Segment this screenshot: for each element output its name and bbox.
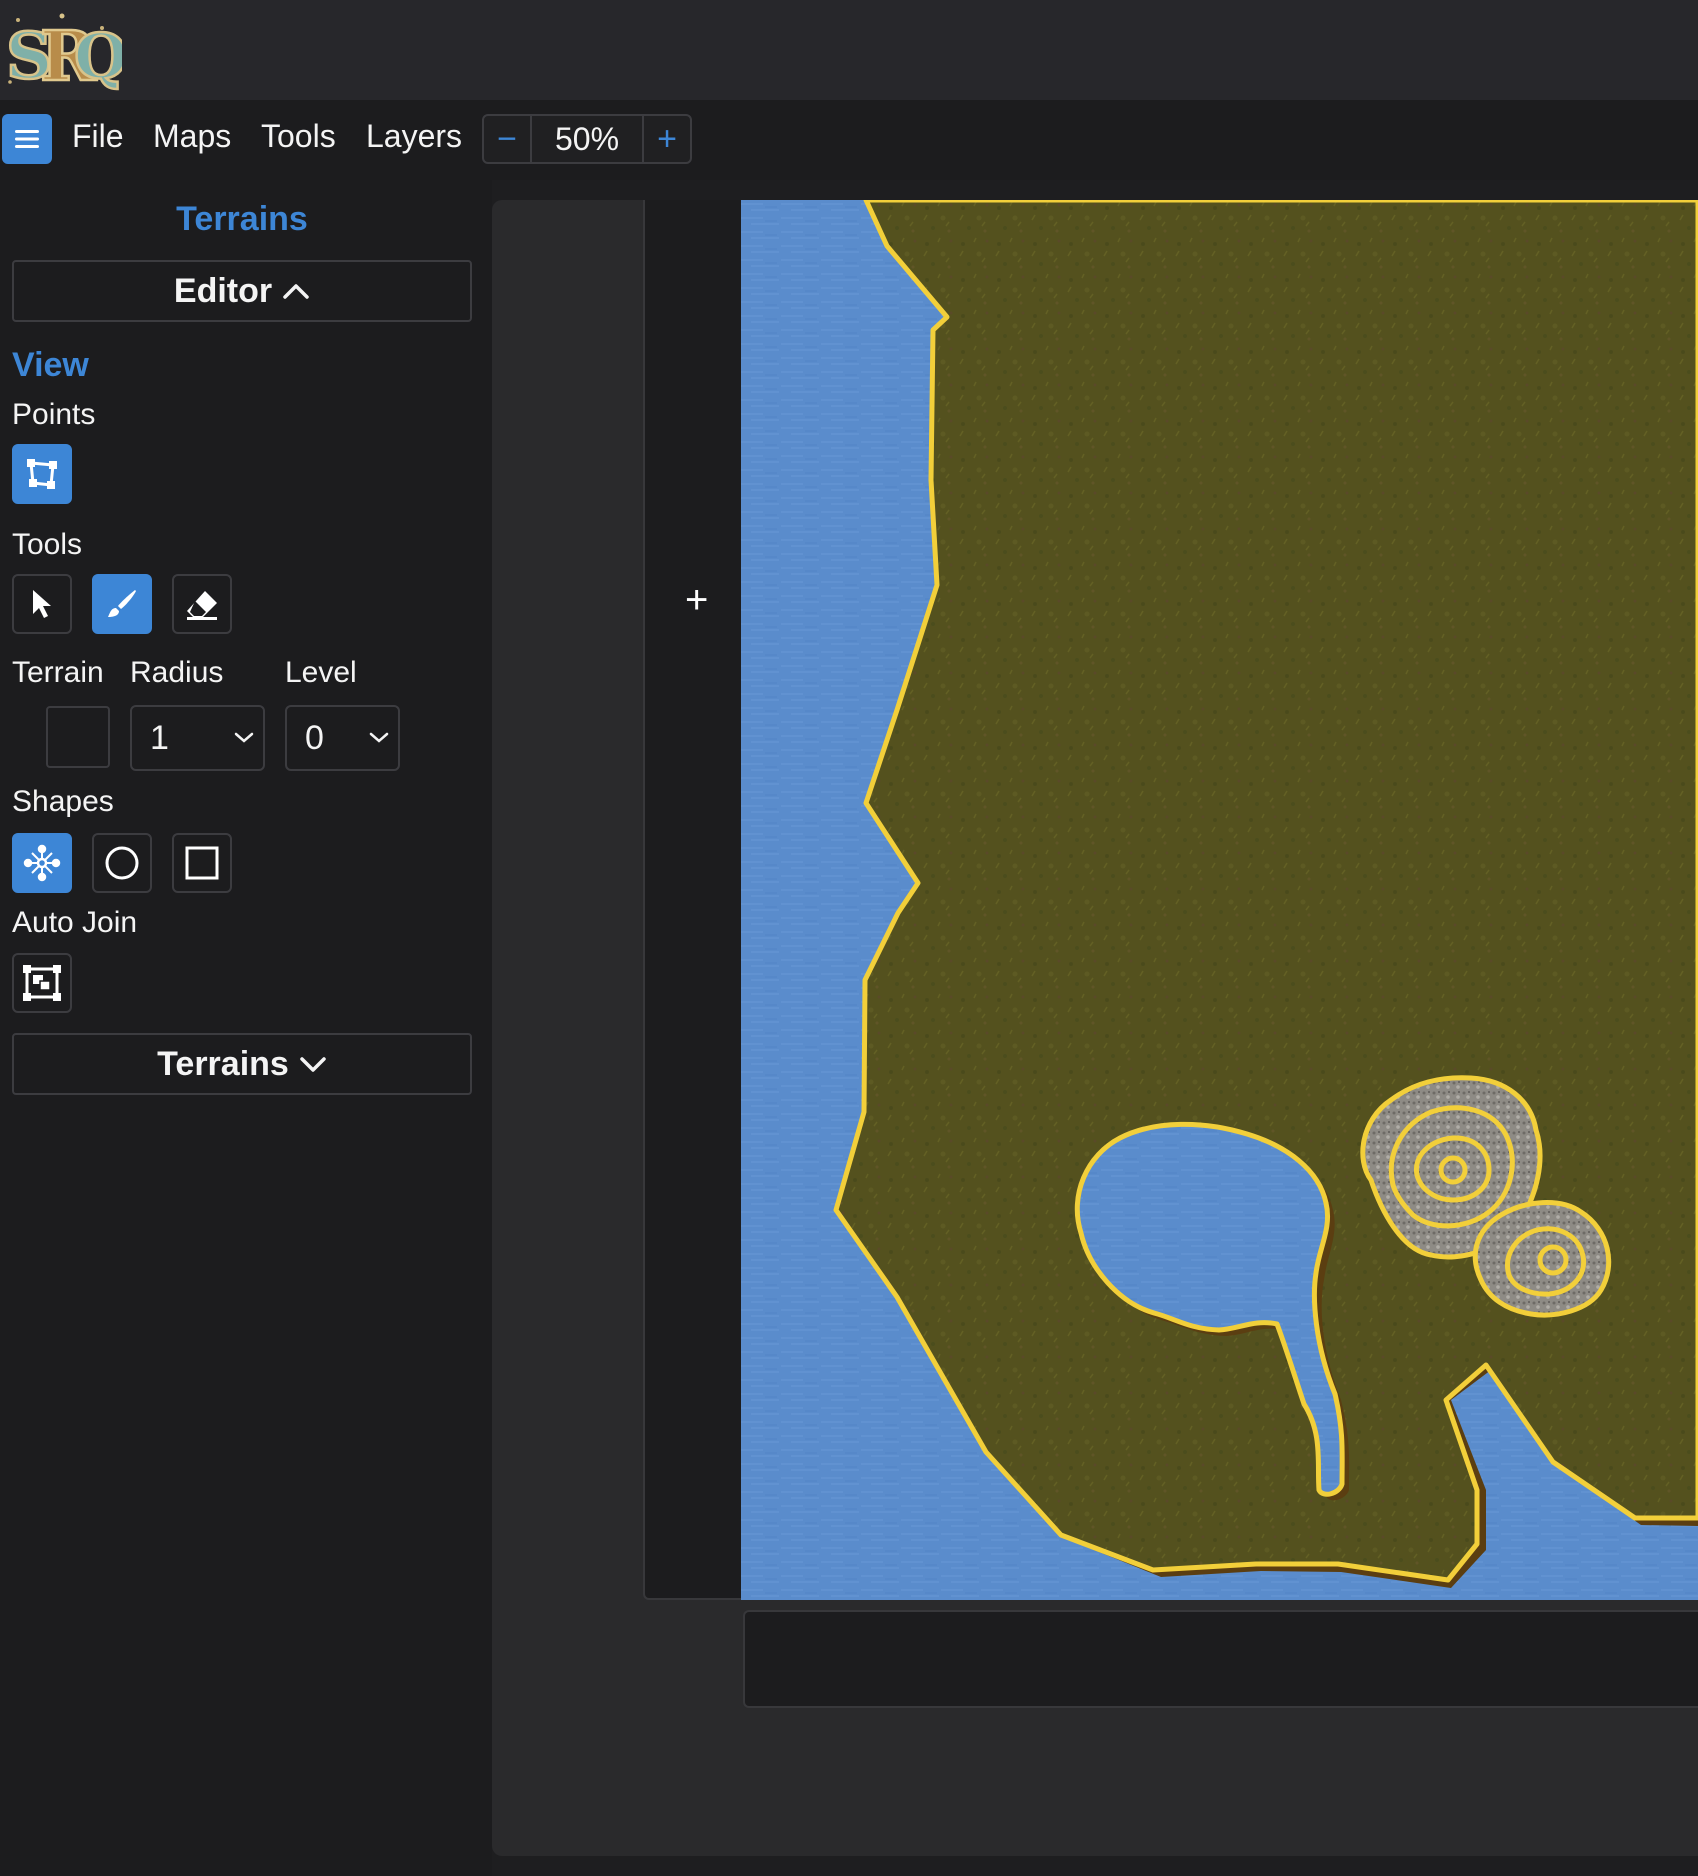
circle-shape-button[interactable]: [92, 833, 152, 893]
terrains-toggle-button[interactable]: Terrains: [12, 1033, 472, 1095]
chevron-down-icon: [234, 732, 254, 743]
freeform-shape-icon: [23, 844, 61, 882]
eraser-icon: [187, 591, 217, 620]
menu-maps[interactable]: Maps: [153, 118, 231, 155]
radius-value: 1: [150, 718, 169, 757]
canvas-margin: +: [643, 200, 741, 1600]
hamburger-icon: [15, 130, 39, 148]
auto-join-button[interactable]: [12, 953, 72, 1013]
points-label: Points: [12, 398, 96, 431]
tools-label: Tools: [12, 528, 83, 561]
menu-layers[interactable]: Layers: [366, 118, 462, 155]
land-area: [833, 200, 1698, 1583]
zoom-in-button[interactable]: +: [642, 114, 692, 164]
chevron-down-icon: [300, 1057, 326, 1072]
srq-logo-icon[interactable]: S R Q: [2, 6, 122, 94]
menu-file[interactable]: File: [72, 118, 124, 155]
chevron-down-icon: [369, 732, 389, 743]
top-bar: S R Q: [0, 0, 1698, 100]
brush-tool-button[interactable]: [92, 574, 152, 634]
add-button[interactable]: +: [685, 580, 708, 620]
level-label: Level: [285, 656, 357, 689]
circle-shape-icon: [105, 846, 139, 880]
terrain-swatch[interactable]: [46, 706, 110, 768]
zoom-out-button[interactable]: −: [482, 114, 532, 164]
auto-join-icon: [23, 965, 61, 1001]
square-shape-button[interactable]: [172, 833, 232, 893]
freeform-shape-button[interactable]: [12, 833, 72, 893]
select-tool-button[interactable]: [12, 574, 72, 634]
view-heading: View: [12, 346, 89, 384]
shapes-label: Shapes: [12, 785, 114, 818]
terrain-label: Terrain: [12, 656, 104, 689]
terrain-map[interactable]: [741, 200, 1698, 1600]
svg-text:Q: Q: [74, 20, 122, 93]
chevron-up-icon: [283, 284, 309, 299]
zoom-control: − 50% +: [482, 114, 692, 164]
zoom-level: 50%: [532, 114, 642, 164]
radius-select[interactable]: 1: [130, 705, 265, 771]
paint-brush-icon: [108, 590, 136, 617]
sidebar: Terrains Editor View Points Tools Terrai…: [0, 180, 492, 1876]
menu-bar: File Maps Tools Layers − 50% +: [0, 100, 1698, 180]
menu-tools[interactable]: Tools: [261, 118, 336, 155]
bottom-panel: [743, 1610, 1698, 1708]
cursor-select-icon: [33, 590, 51, 618]
map-canvas[interactable]: [741, 200, 1698, 1600]
level-select[interactable]: 0: [285, 705, 400, 771]
eraser-tool-button[interactable]: [172, 574, 232, 634]
editor-toggle-button[interactable]: Editor: [12, 260, 472, 322]
panel-title: Terrains: [176, 200, 308, 238]
points-edit-button[interactable]: [12, 444, 72, 504]
hamburger-menu-button[interactable]: [2, 114, 52, 164]
level-value: 0: [305, 718, 324, 757]
terrains-label: Terrains: [157, 1044, 289, 1083]
points-edit-icon: [27, 459, 57, 489]
editor-label: Editor: [173, 271, 273, 310]
radius-label: Radius: [130, 656, 224, 689]
square-shape-icon: [185, 846, 219, 880]
auto-join-label: Auto Join: [12, 906, 138, 939]
